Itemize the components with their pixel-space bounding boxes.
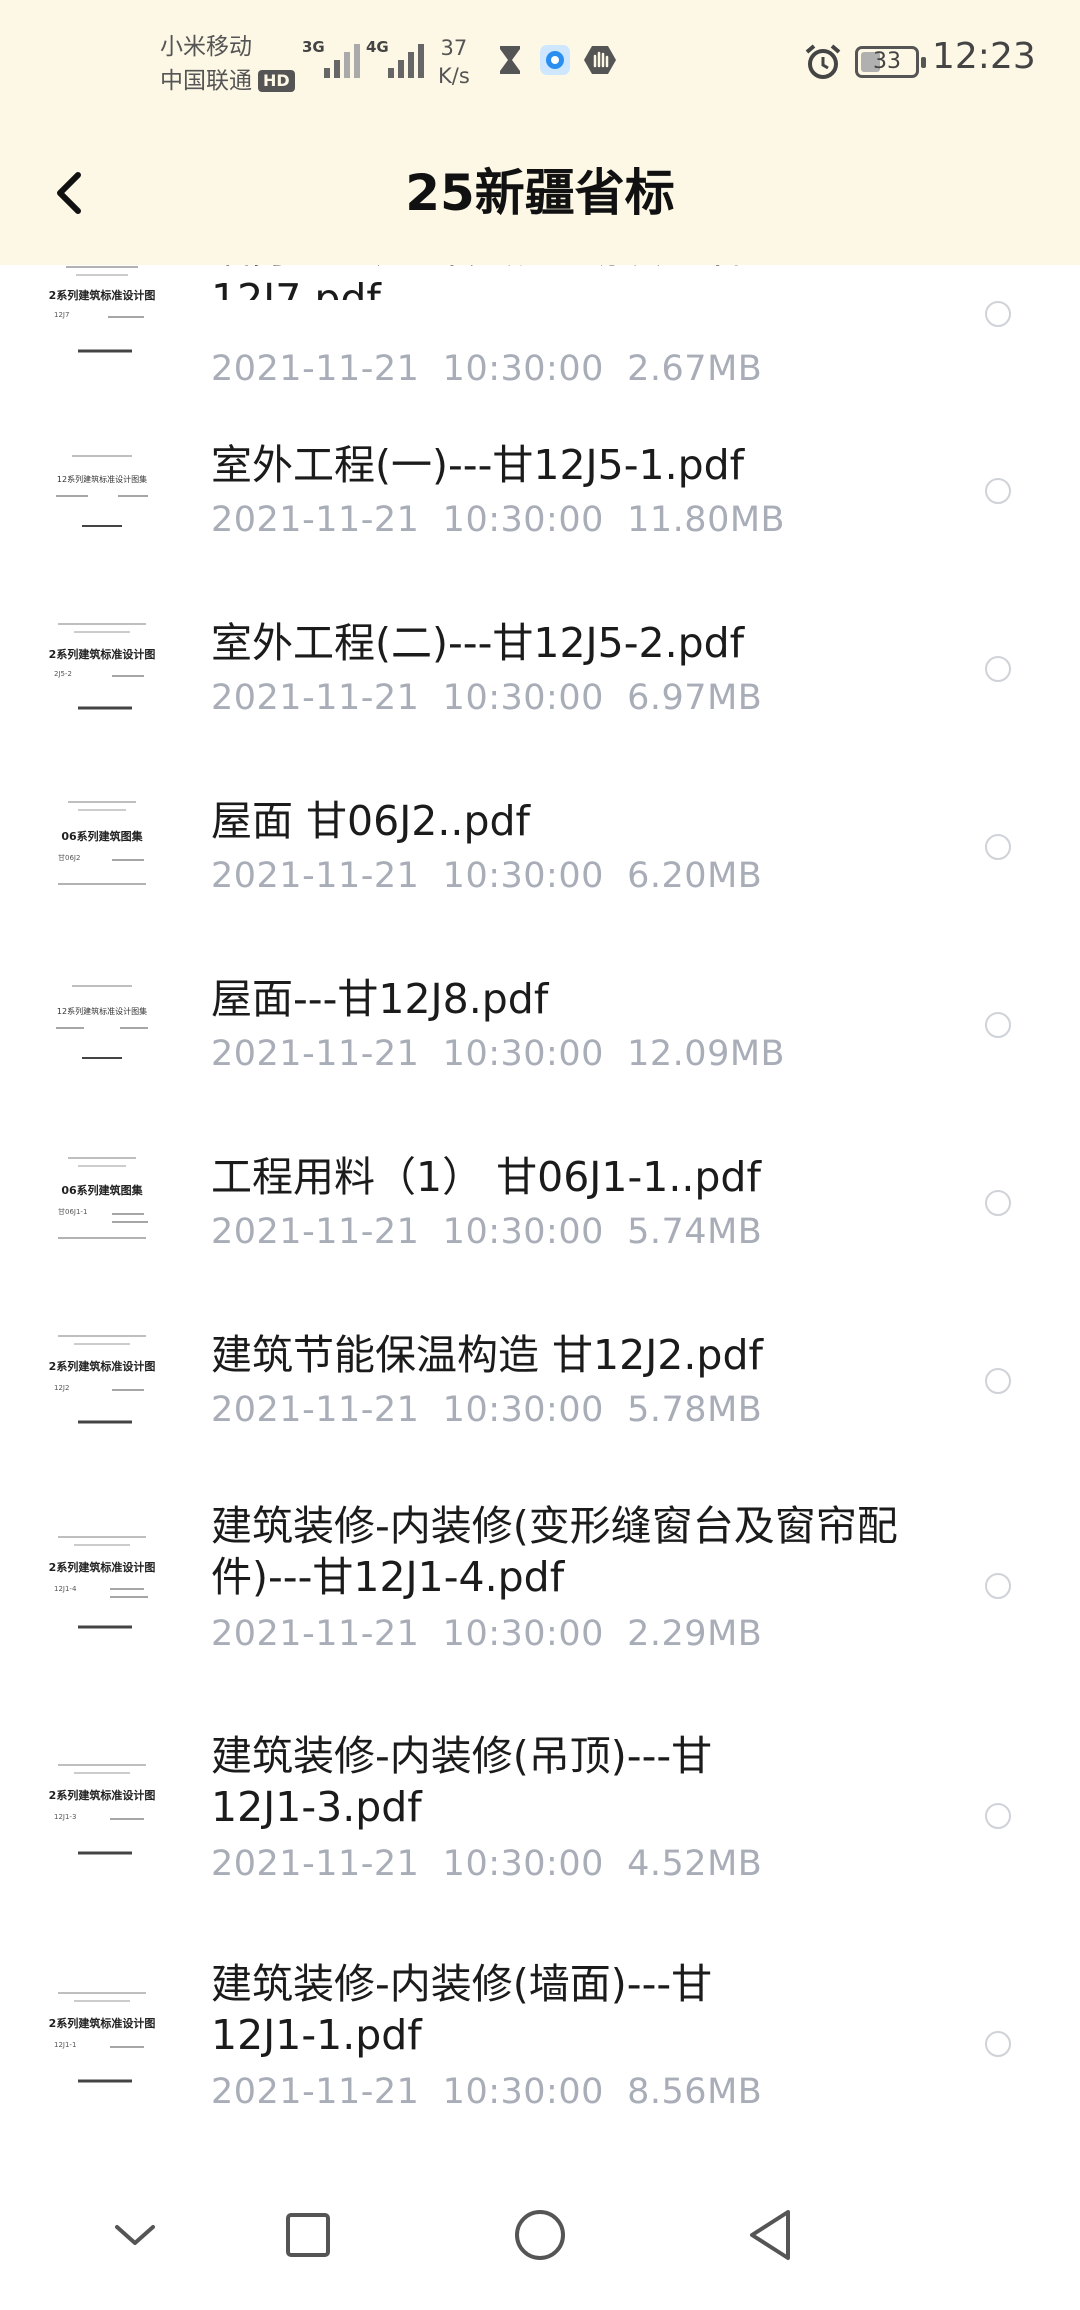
pdf-thumbnail: 2系列建筑标准设计图 12J7: [48, 259, 156, 367]
speed-value: 37: [440, 36, 468, 60]
file-meta: 2021-11-21 10:30:00 6.20MB: [211, 856, 763, 896]
alarm-icon: [805, 44, 841, 79]
thumbnail-code-text: 12J7: [54, 311, 69, 319]
thumbnail-series-text: 2系列建筑标准设计图: [49, 1560, 156, 1574]
square-recents-icon[interactable]: [268, 2195, 348, 2275]
file-meta: 2021-11-21 10:30:00 4.52MB: [211, 1844, 763, 1884]
thumbnail-series-text: 2系列建筑标准设计图: [49, 1359, 156, 1373]
thumbnail-code-text: 2J5-2: [54, 670, 72, 678]
net-type-2: 4G: [366, 38, 389, 56]
file-meta: 2021-11-21 10:30:00 11.80MB: [211, 500, 786, 540]
carrier-info: 小米移动 中国联通 HD: [160, 30, 295, 98]
file-item[interactable]: 12系列建筑标准设计图集 屋面---甘12J8.pdf 2021-11-21 1…: [0, 939, 1080, 1117]
status-clock: 12:23: [932, 36, 1036, 77]
select-radio[interactable]: [985, 1573, 1011, 1599]
file-list[interactable]: 2系列建筑标准设计图 12J7 墙身一一加气混凝土砌块---甘 12J7.pdf…: [0, 225, 1080, 2160]
title-bar: 25新疆省标: [0, 125, 1080, 265]
battery-level: 33: [873, 49, 901, 74]
file-name[interactable]: 建筑装修-内装修(变形缝窗台及窗帘配件)---甘12J1-4.pdf: [211, 1501, 911, 1603]
select-radio[interactable]: [985, 301, 1011, 327]
pdf-thumbnail: 06系列建筑图集 甘06J2: [48, 796, 156, 904]
page-title: 25新疆省标: [405, 164, 675, 222]
hand-icon: [584, 46, 616, 74]
thumbnail-series-text: 2系列建筑标准设计图: [49, 2016, 156, 2030]
file-meta: 2021-11-21 10:30:00 5.74MB: [211, 1212, 763, 1252]
select-radio[interactable]: [985, 834, 1011, 860]
thumbnail-code-text: 甘06J1-1: [58, 1207, 87, 1216]
select-radio[interactable]: [985, 1368, 1011, 1394]
carrier-1: 小米移动: [160, 34, 252, 60]
chevron-down-icon[interactable]: [95, 2195, 175, 2275]
speed-unit: K/s: [438, 64, 470, 88]
thumbnail-series-text: 2系列建筑标准设计图: [49, 647, 156, 661]
thumbnail-code-text: 12J1-3: [54, 1813, 76, 1821]
signal-bars-icon: [388, 42, 434, 78]
battery-icon: 33: [855, 46, 926, 78]
file-name[interactable]: 工程用料（1） 甘06J1-1..pdf: [211, 1152, 911, 1203]
select-radio[interactable]: [985, 1803, 1011, 1829]
thumbnail-series-text: 12系列建筑标准设计图集: [57, 1006, 147, 1016]
signal-bars-icon: [324, 42, 370, 78]
file-name[interactable]: 屋面---甘12J8.pdf: [211, 974, 911, 1025]
carrier-2: 中国联通: [160, 68, 252, 94]
network-speed: 37 K/s: [438, 34, 470, 90]
status-bar: 小米移动 中国联通 HD 3G 4G 37 K/s 33 12:23: [0, 0, 1080, 125]
file-item[interactable]: 06系列建筑图集 甘06J2 屋面 甘06J2..pdf 2021-11-21 …: [0, 761, 1080, 939]
file-name[interactable]: 室外工程(一)---甘12J5-1.pdf: [211, 440, 911, 491]
file-meta: 2021-11-21 10:30:00 12.09MB: [211, 1034, 786, 1074]
file-item[interactable]: 2系列建筑标准设计图 12J1-1 建筑装修-内装修(墙面)---甘12J1-1…: [0, 1931, 1080, 2160]
pdf-thumbnail: 12系列建筑标准设计图集: [48, 974, 156, 1082]
pdf-thumbnail: 2系列建筑标准设计图 12J1-4: [48, 1533, 156, 1641]
pdf-thumbnail: 06系列建筑图集 甘06J1-1: [48, 1152, 156, 1260]
pdf-thumbnail: 12系列建筑标准设计图集: [48, 440, 156, 548]
circle-home-icon[interactable]: [500, 2195, 580, 2275]
file-name[interactable]: 建筑节能保温构造 甘12J2.pdf: [211, 1330, 911, 1381]
thumbnail-series-text: 2系列建筑标准设计图: [49, 288, 156, 302]
thumbnail-series-text: 06系列建筑图集: [61, 829, 143, 843]
thumbnail-code-text: 12J1-4: [54, 1585, 77, 1593]
select-radio[interactable]: [985, 656, 1011, 682]
file-meta: 2021-11-21 10:30:00 6.97MB: [211, 678, 763, 718]
hd-badge: HD: [258, 70, 295, 92]
thumbnail-series-text: 12系列建筑标准设计图集: [57, 474, 147, 484]
select-radio[interactable]: [985, 2031, 1011, 2057]
file-item[interactable]: 12系列建筑标准设计图集 室外工程(一)---甘12J5-1.pdf 2021-…: [0, 405, 1080, 583]
net-type-1: 3G: [302, 38, 325, 56]
browser-app-icon: [540, 45, 570, 75]
thumbnail-code-text: 12J2: [54, 1384, 69, 1392]
file-meta: 2021-11-21 10:30:00 2.29MB: [211, 1614, 763, 1654]
thumbnail-code-text: 甘06J2: [58, 853, 80, 862]
file-meta: 2021-11-21 10:30:00 5.78MB: [211, 1390, 763, 1430]
select-radio[interactable]: [985, 1190, 1011, 1216]
pdf-thumbnail: 2系列建筑标准设计图 2J5-2: [48, 618, 156, 726]
thumbnail-series-text: 06系列建筑图集: [61, 1183, 143, 1197]
file-item[interactable]: 2系列建筑标准设计图 12J2 建筑节能保温构造 甘12J2.pdf 2021-…: [0, 1295, 1080, 1473]
file-name[interactable]: 室外工程(二)---甘12J5-2.pdf: [211, 618, 911, 669]
file-item[interactable]: 2系列建筑标准设计图 12J1-4 建筑装修-内装修(变形缝窗台及窗帘配件)--…: [0, 1473, 1080, 1703]
file-name[interactable]: 建筑装修-内装修(墙面)---甘12J1-1.pdf: [211, 1959, 771, 2061]
thumbnail-series-text: 2系列建筑标准设计图: [49, 1788, 156, 1802]
pdf-thumbnail: 2系列建筑标准设计图 12J2: [48, 1330, 156, 1438]
pdf-thumbnail: 2系列建筑标准设计图 12J1-3: [48, 1761, 156, 1869]
pdf-thumbnail: 2系列建筑标准设计图 12J1-1: [48, 1989, 156, 2097]
hourglass-icon: [500, 46, 520, 74]
triangle-back-icon[interactable]: [730, 2195, 810, 2275]
top-bar: 小米移动 中国联通 HD 3G 4G 37 K/s 33 12:23 25新疆省…: [0, 0, 1080, 265]
file-item[interactable]: 06系列建筑图集 甘06J1-1 工程用料（1） 甘06J1-1..pdf 20…: [0, 1117, 1080, 1295]
system-nav-bar: [0, 2160, 1080, 2310]
thumbnail-code-text: 12J1-1: [54, 2041, 76, 2049]
file-item[interactable]: 2系列建筑标准设计图 12J1-3 建筑装修-内装修(吊顶)---甘12J1-3…: [0, 1703, 1080, 1931]
file-name[interactable]: 屋面 甘06J2..pdf: [211, 796, 911, 847]
file-meta: 2021-11-21 10:30:00 2.67MB: [211, 349, 763, 389]
file-name[interactable]: 建筑装修-内装修(吊顶)---甘12J1-3.pdf: [211, 1731, 771, 1833]
file-meta: 2021-11-21 10:30:00 8.56MB: [211, 2072, 763, 2112]
select-radio[interactable]: [985, 1012, 1011, 1038]
file-item[interactable]: 2系列建筑标准设计图 2J5-2 室外工程(二)---甘12J5-2.pdf 2…: [0, 583, 1080, 761]
select-radio[interactable]: [985, 478, 1011, 504]
